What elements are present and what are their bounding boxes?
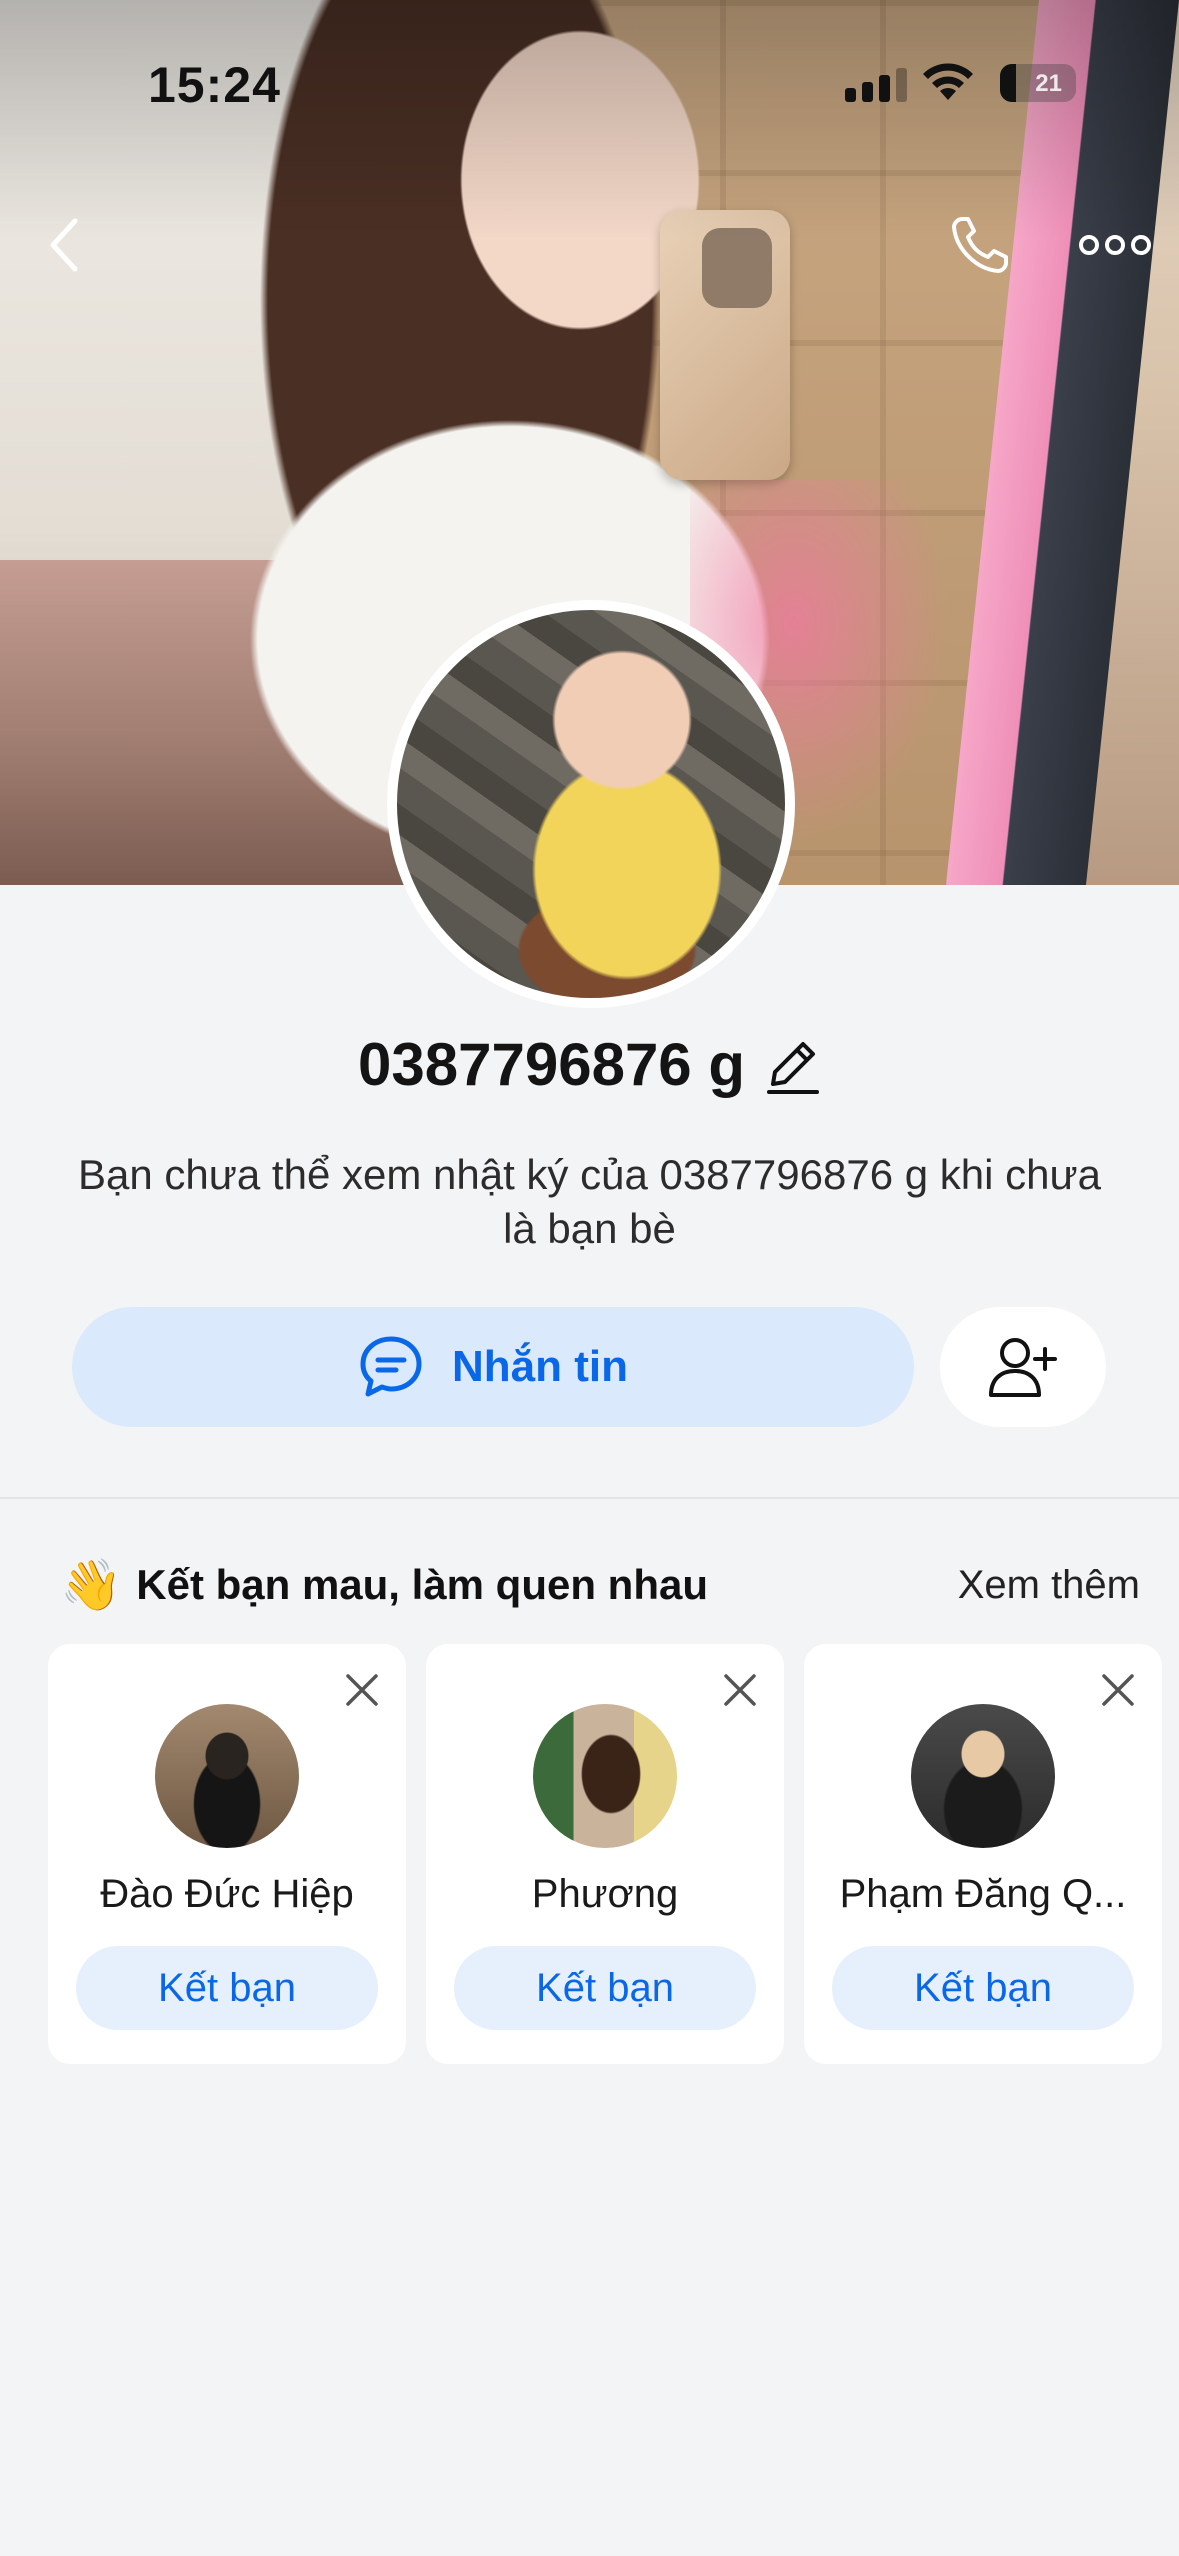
suggestion-card[interactable]: Đào Đức Hiệp Kết bạn	[48, 1644, 406, 2064]
user-plus-icon	[989, 1338, 1057, 1397]
add-friend-button[interactable]	[940, 1307, 1106, 1427]
call-button[interactable]	[940, 200, 1020, 290]
suggestion-name: Phạm Đăng Q...	[839, 1872, 1127, 1916]
profile-name-row: 0387796876 g	[0, 1030, 1179, 1099]
status-time: 15:24	[148, 57, 281, 113]
close-icon[interactable]	[720, 1670, 760, 1710]
see-more-link[interactable]: Xem thêm	[958, 1563, 1140, 1608]
more-button[interactable]	[1070, 210, 1160, 280]
suggestion-name: Phương	[531, 1872, 679, 1916]
cover-phone	[660, 210, 790, 480]
cellular-signal-icon	[845, 68, 907, 102]
profile-name: 0387796876 g	[357, 1031, 745, 1098]
wifi-icon	[923, 63, 973, 100]
back-button[interactable]	[30, 200, 100, 290]
phone-icon	[952, 217, 1008, 273]
avatar-image	[397, 610, 785, 998]
battery-level: 21	[1035, 70, 1062, 97]
profile-avatar[interactable]	[387, 600, 795, 1008]
waving-hand-icon: 👋	[60, 1557, 123, 1613]
chevron-left-icon	[50, 218, 78, 272]
message-button-label: Nhắn tin	[452, 1342, 628, 1391]
profile-privacy-notice: Bạn chưa thể xem nhật ký của 0387796876 …	[78, 1151, 1101, 1252]
add-friend-button[interactable]: Kết bạn	[454, 1946, 756, 2030]
suggestion-card[interactable]: Phạm Đăng Q... Kết bạn	[804, 1644, 1162, 2064]
add-friend-button[interactable]: Kết bạn	[76, 1946, 378, 2030]
more-horizontal-icon	[1079, 235, 1151, 255]
avatar[interactable]	[155, 1704, 299, 1848]
battery-icon: 21	[1000, 64, 1076, 102]
avatar[interactable]	[911, 1704, 1055, 1848]
friend-suggestions-header: 👋 Kết bạn mau, làm quen nhau Xem thêm	[60, 1560, 1140, 1610]
suggestion-cards: Đào Đức Hiệp Kết bạn Phương Kết bạn Phạm…	[48, 1644, 1168, 2064]
friend-suggestions-title: 👋 Kết bạn mau, làm quen nhau	[60, 1560, 708, 1610]
suggestion-card[interactable]: Phương Kết bạn	[426, 1644, 784, 2064]
add-friend-button[interactable]: Kết bạn	[832, 1946, 1134, 2030]
message-button[interactable]: Nhắn tin	[72, 1307, 914, 1427]
friend-suggestions-title-text: Kết bạn mau, làm quen nhau	[136, 1561, 709, 1608]
close-icon[interactable]	[342, 1670, 382, 1710]
avatar[interactable]	[533, 1704, 677, 1848]
close-icon[interactable]	[1098, 1670, 1138, 1710]
status-bar: 15:24 21	[0, 0, 1179, 150]
section-divider	[0, 1497, 1179, 1499]
suggestion-name: Đào Đức Hiệp	[100, 1872, 354, 1916]
chat-bubble-icon	[360, 1336, 422, 1397]
battery-fill	[1000, 64, 1016, 102]
pencil-icon[interactable]	[765, 1034, 821, 1096]
